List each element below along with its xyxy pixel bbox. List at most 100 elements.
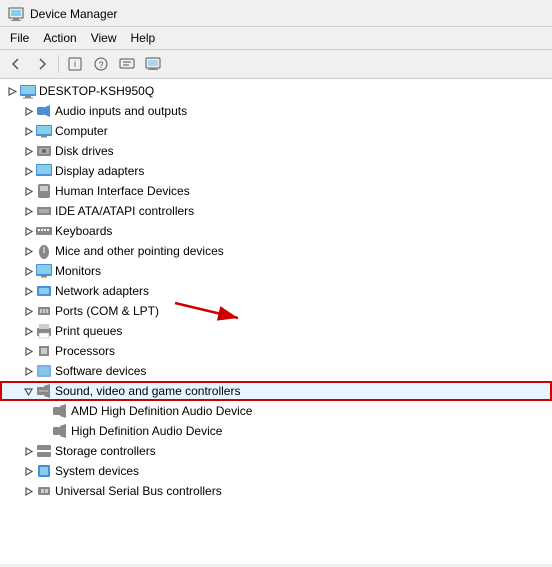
help-button[interactable]: ?	[89, 53, 113, 75]
mouse-icon	[36, 243, 52, 259]
title-bar-text: Device Manager	[30, 7, 117, 21]
title-bar: Device Manager	[0, 0, 552, 27]
tree-item-label: Processors	[55, 344, 115, 358]
usb-icon	[36, 483, 52, 499]
system-icon	[36, 463, 52, 479]
tree-item-label: Monitors	[55, 264, 101, 278]
scan-button[interactable]	[115, 53, 139, 75]
tree-item-label: Human Interface Devices	[55, 184, 190, 198]
tree-item-label: Universal Serial Bus controllers	[55, 484, 222, 498]
menu-view[interactable]: View	[85, 29, 123, 47]
tree-item[interactable]: Keyboards	[0, 221, 552, 241]
expand-icon[interactable]	[20, 143, 36, 159]
tree-item-label: Audio inputs and outputs	[55, 104, 187, 118]
expand-icon[interactable]	[20, 163, 36, 179]
svg-text:?: ?	[98, 60, 103, 70]
expand-icon[interactable]	[20, 223, 36, 239]
disk-icon	[36, 143, 52, 159]
tree-item-label: Print queues	[55, 324, 122, 338]
menu-help[interactable]: Help	[125, 29, 162, 47]
menu-file[interactable]: File	[4, 29, 35, 47]
hid-icon	[36, 183, 52, 199]
tree-item-label: System devices	[55, 464, 139, 478]
tree-item[interactable]: Display adapters	[0, 161, 552, 181]
root-expand-icon[interactable]	[4, 83, 20, 99]
root-label: DESKTOP-KSH950Q	[39, 84, 154, 98]
audio-device-icon	[52, 423, 68, 439]
tree-item[interactable]: Processors	[0, 341, 552, 361]
tree-item[interactable]: AMD High Definition Audio Device	[0, 401, 552, 421]
expand-icon[interactable]	[20, 303, 36, 319]
expand-icon[interactable]	[20, 363, 36, 379]
sound-icon	[36, 383, 52, 399]
tree-item[interactable]: Universal Serial Bus controllers	[0, 481, 552, 501]
toolbar: i ?	[0, 50, 552, 79]
tree-item-label: IDE ATA/ATAPI controllers	[55, 204, 194, 218]
tree-item[interactable]: IDE ATA/ATAPI controllers	[0, 201, 552, 221]
expand-icon[interactable]	[20, 323, 36, 339]
ports-icon	[36, 303, 52, 319]
computer-icon	[20, 83, 36, 99]
expand-icon[interactable]	[20, 243, 36, 259]
properties-button[interactable]: i	[63, 53, 87, 75]
tree-item[interactable]: System devices	[0, 461, 552, 481]
expand-icon	[36, 423, 52, 439]
expand-icon	[36, 403, 52, 419]
tree-item[interactable]: Sound, video and game controllers	[0, 381, 552, 401]
expand-icon[interactable]	[20, 203, 36, 219]
tree-item-label: Disk drives	[55, 144, 114, 158]
tree-item-label: Computer	[55, 124, 108, 138]
expand-icon[interactable]	[20, 483, 36, 499]
tree-item[interactable]: Disk drives	[0, 141, 552, 161]
app-icon	[8, 6, 24, 22]
expand-icon[interactable]	[20, 263, 36, 279]
tree-item[interactable]: Network adapters	[0, 281, 552, 301]
forward-button[interactable]	[30, 53, 54, 75]
tree-item[interactable]: Software devices	[0, 361, 552, 381]
tree-item-label: AMD High Definition Audio Device	[71, 404, 252, 418]
tree-item[interactable]: Audio inputs and outputs	[0, 101, 552, 121]
tree-item[interactable]: Monitors	[0, 261, 552, 281]
software-icon	[36, 363, 52, 379]
expand-icon[interactable]	[20, 103, 36, 119]
expand-icon[interactable]	[20, 463, 36, 479]
tree-item-label: Display adapters	[55, 164, 144, 178]
back-button[interactable]	[4, 53, 28, 75]
tree-root[interactable]: DESKTOP-KSH950Q	[0, 81, 552, 101]
keyboard-icon	[36, 223, 52, 239]
main-content: DESKTOP-KSH950Q Audio inputs and outputs…	[0, 79, 552, 564]
tree-item[interactable]: Computer	[0, 121, 552, 141]
computer-icon	[36, 123, 52, 139]
tree-item[interactable]: Ports (COM & LPT)	[0, 301, 552, 321]
tree-item[interactable]: Mice and other pointing devices	[0, 241, 552, 261]
menu-action[interactable]: Action	[37, 29, 82, 47]
tree-item-label: Network adapters	[55, 284, 149, 298]
audio-icon	[36, 103, 52, 119]
print-icon	[36, 323, 52, 339]
expand-icon[interactable]	[20, 183, 36, 199]
storage-icon	[36, 443, 52, 459]
tree-item-label: High Definition Audio Device	[71, 424, 222, 438]
tree-item-label: Sound, video and game controllers	[55, 384, 240, 398]
tree-item[interactable]: Storage controllers	[0, 441, 552, 461]
tree-item-label: Mice and other pointing devices	[55, 244, 224, 258]
expand-icon[interactable]	[20, 123, 36, 139]
monitor-icon	[36, 263, 52, 279]
ide-icon	[36, 203, 52, 219]
expand-icon[interactable]	[20, 343, 36, 359]
menu-bar: File Action View Help	[0, 27, 552, 50]
svg-text:i: i	[74, 59, 76, 69]
tree-item[interactable]: High Definition Audio Device	[0, 421, 552, 441]
network-icon	[36, 283, 52, 299]
tree-item-label: Storage controllers	[55, 444, 156, 458]
processor-icon	[36, 343, 52, 359]
expand-icon[interactable]	[20, 443, 36, 459]
tree-item[interactable]: Human Interface Devices	[0, 181, 552, 201]
expand-icon[interactable]	[20, 283, 36, 299]
expand-icon[interactable]	[20, 383, 36, 399]
display-icon	[36, 163, 52, 179]
tree-item[interactable]: Print queues	[0, 321, 552, 341]
tree-item-label: Keyboards	[55, 224, 112, 238]
monitor-button[interactable]	[141, 53, 165, 75]
tree-item-label: Ports (COM & LPT)	[55, 304, 159, 318]
